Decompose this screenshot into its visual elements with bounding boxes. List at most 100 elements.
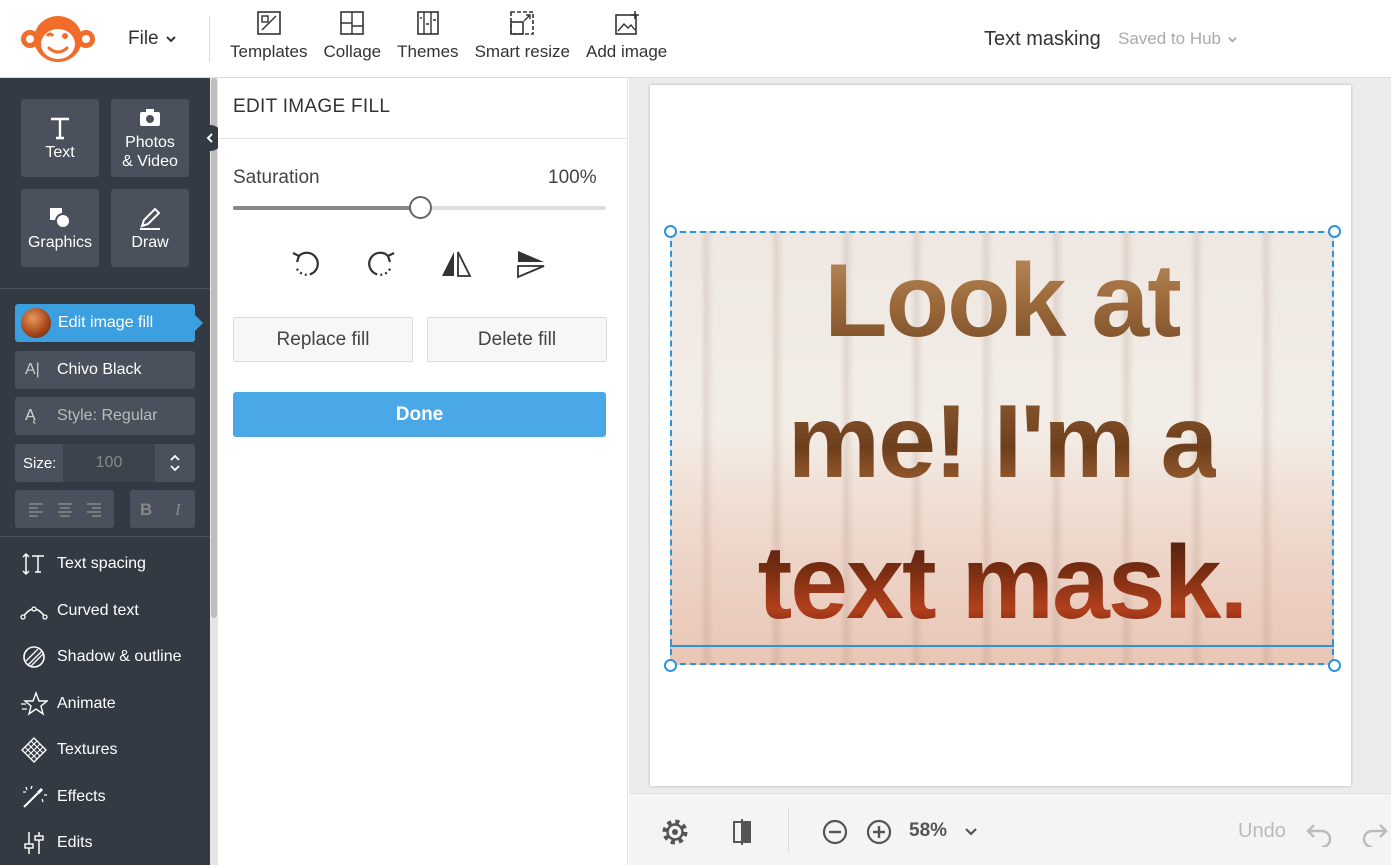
- panel-divider: [218, 138, 628, 139]
- sidebar-item-curved-text[interactable]: Curved text: [0, 588, 210, 634]
- collage-icon: [340, 11, 365, 35]
- delete-fill-button[interactable]: Delete fill: [427, 317, 607, 362]
- size-stepper[interactable]: [155, 452, 195, 474]
- split-page-icon: [733, 819, 751, 845]
- rotate-left-icon: [292, 251, 319, 276]
- animate-star-icon: [21, 691, 48, 716]
- done-button[interactable]: Done: [233, 392, 606, 437]
- sidebar-item-text-spacing[interactable]: Text spacing: [0, 541, 210, 587]
- redo-button[interactable]: [1359, 816, 1391, 848]
- file-menu[interactable]: File: [128, 28, 177, 50]
- masked-text-line: me! I'm a: [787, 384, 1219, 500]
- size-label: Size:: [23, 454, 57, 472]
- masked-text-block: Look at me! I'm a text mask.: [670, 231, 1334, 665]
- smart-resize-button[interactable]: Smart resize: [467, 8, 578, 68]
- edits-sliders-icon: [24, 832, 44, 854]
- curved-text-label: Curved text: [57, 602, 139, 619]
- align-left-icon[interactable]: [27, 500, 45, 518]
- text-tool-label: Text: [45, 143, 75, 161]
- templates-label: Templates: [230, 42, 308, 61]
- resize-handle-top-left[interactable]: [664, 225, 677, 238]
- panel-title: EDIT IMAGE FILL: [233, 96, 391, 117]
- save-status-dropdown[interactable]: Saved to Hub: [1118, 29, 1238, 49]
- sidebar-item-animate[interactable]: Animate: [0, 681, 210, 727]
- text-spacing-label: Text spacing: [57, 555, 146, 572]
- left-sidebar: Text Photos & Video Graphics Draw Edit i…: [0, 78, 210, 865]
- chevron-down-icon: [165, 36, 176, 43]
- flip-vertical-icon: [517, 251, 545, 279]
- size-input[interactable]: 100: [63, 444, 155, 482]
- themes-button[interactable]: Themes: [389, 8, 466, 68]
- text-style-group: B I: [130, 490, 195, 528]
- sidebar-item-effects[interactable]: Effects: [0, 774, 210, 820]
- zoom-out-button[interactable]: [819, 816, 851, 848]
- rotate-left-button[interactable]: [288, 246, 324, 282]
- main-toolbar: Templates Collage Themes Smart resize Ad…: [222, 8, 675, 68]
- themes-icon: [417, 11, 439, 35]
- masked-text-line: text mask.: [757, 525, 1249, 641]
- align-center-icon[interactable]: [56, 500, 74, 518]
- file-menu-label: File: [128, 28, 159, 49]
- saturation-label: Saturation: [233, 167, 320, 188]
- resize-handle-bottom-right[interactable]: [1328, 659, 1341, 672]
- saturation-value: 100%: [548, 167, 597, 188]
- resize-handle-top-right[interactable]: [1328, 225, 1341, 238]
- chevron-down-icon[interactable]: [963, 824, 979, 840]
- add-image-icon: [614, 11, 639, 35]
- document-title[interactable]: Text masking: [984, 28, 1101, 51]
- camera-icon: [140, 109, 160, 126]
- monkey-logo-icon[interactable]: [20, 14, 96, 64]
- saturation-slider-thumb[interactable]: [408, 196, 432, 219]
- zoom-in-icon: [866, 819, 892, 845]
- redo-arrow-icon: [1362, 824, 1388, 847]
- bottom-toolbar: 58% Undo: [629, 793, 1391, 865]
- italic-icon[interactable]: I: [170, 500, 188, 518]
- style-selector[interactable]: Ą Style: Regular: [15, 397, 195, 435]
- add-image-label: Add image: [585, 42, 668, 61]
- add-image-button[interactable]: Add image: [578, 8, 675, 68]
- text-tool-button[interactable]: Text: [21, 99, 99, 177]
- bottom-divider: [788, 808, 789, 852]
- bold-icon[interactable]: B: [137, 500, 155, 518]
- align-right-icon[interactable]: [85, 500, 103, 518]
- templates-button[interactable]: Templates: [222, 8, 315, 68]
- edit-image-fill-button[interactable]: Edit image fill: [15, 304, 203, 342]
- zoom-level[interactable]: 58%: [909, 820, 947, 842]
- sidebar-scrollbar-thumb[interactable]: [211, 78, 217, 618]
- rotate-right-button[interactable]: [363, 246, 399, 282]
- draw-button[interactable]: Draw: [111, 189, 189, 267]
- flip-vertical-button[interactable]: [513, 246, 549, 282]
- saturation-slider-fill: [233, 206, 420, 210]
- zoom-in-button[interactable]: [863, 816, 895, 848]
- text-mask-element[interactable]: Look at me! I'm a text mask.: [670, 231, 1334, 665]
- sidebar-item-edits[interactable]: Edits: [0, 820, 210, 865]
- chevron-left-icon: [206, 133, 213, 143]
- edits-label: Edits: [57, 834, 93, 851]
- style-label: Style: Regular: [57, 407, 158, 424]
- shadow-outline-icon: [23, 646, 45, 668]
- graphics-label: Graphics: [27, 233, 93, 251]
- resize-handle-bottom-left[interactable]: [664, 659, 677, 672]
- font-name: Chivo Black: [57, 361, 142, 378]
- sidebar-divider: [0, 288, 210, 289]
- text-align-group: [15, 490, 114, 528]
- masked-text-line: Look at: [824, 243, 1182, 359]
- style-icon: Ą: [25, 407, 36, 424]
- sidebar-item-textures[interactable]: Textures: [0, 727, 210, 773]
- selection-crop-line: [670, 645, 1334, 647]
- sidebar-divider: [0, 536, 210, 537]
- photos-video-button[interactable]: Photos & Video: [111, 99, 189, 177]
- graphics-button[interactable]: Graphics: [21, 189, 99, 267]
- replace-fill-button[interactable]: Replace fill: [233, 317, 413, 362]
- collage-button[interactable]: Collage: [315, 8, 389, 68]
- undo-button[interactable]: [1303, 816, 1335, 848]
- font-icon: A|: [25, 361, 40, 378]
- font-selector[interactable]: A| Chivo Black: [15, 351, 195, 389]
- sidebar-item-shadow-outline[interactable]: Shadow & outline: [0, 634, 210, 680]
- page-layout-button[interactable]: [726, 816, 758, 848]
- saturation-slider[interactable]: [233, 196, 606, 219]
- flip-horizontal-button[interactable]: [438, 246, 474, 282]
- undo-label[interactable]: Undo: [1238, 820, 1286, 843]
- settings-button[interactable]: [659, 816, 691, 848]
- smart-resize-icon: [510, 11, 535, 35]
